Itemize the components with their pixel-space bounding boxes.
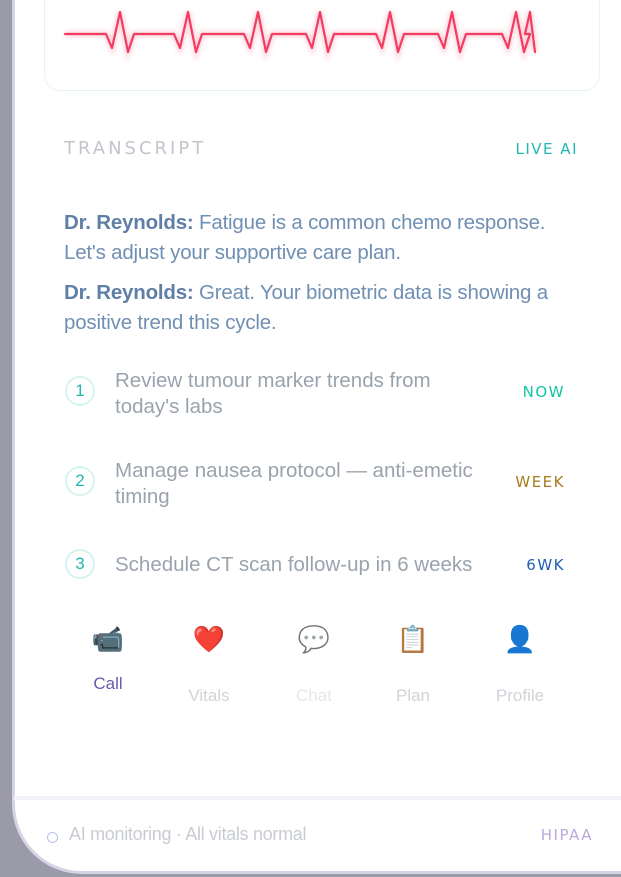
transcript-title: TRANSCRIPT: [64, 138, 207, 159]
task-number: 2: [65, 466, 95, 496]
task-tag: 6WK: [526, 556, 565, 574]
tab-chat[interactable]: 💬 Chat: [264, 620, 364, 706]
phone-frame: [12, 0, 621, 874]
video-camera-icon: 📹: [91, 625, 125, 655]
tab-label: Plan: [395, 686, 431, 705]
task-item[interactable]: 1 Review tumour marker trends from today…: [64, 368, 574, 420]
speaker-name: Dr. Reynolds:: [64, 281, 194, 304]
tab-vitals[interactable]: ❤️ Vitals: [159, 620, 259, 706]
tab-label: Vitals: [188, 686, 230, 705]
transcript-line: Dr. Reynolds: Great. Your biometric data…: [64, 278, 564, 338]
task-tag: NOW: [522, 383, 565, 401]
tab-call[interactable]: 📹 Call: [58, 620, 158, 694]
task-tag: WEEK: [515, 473, 565, 491]
task-text: Schedule CT scan follow-up in 6 weeks: [115, 553, 473, 576]
task-text: Manage nausea protocol — anti-emetic tim…: [115, 459, 473, 508]
heart-icon: ❤️: [192, 625, 226, 655]
user-icon: 👤: [503, 625, 537, 655]
tab-profile[interactable]: 👤 Profile: [470, 620, 570, 706]
ecg-waveform: [63, 10, 538, 62]
task-text: Review tumour marker trends from today's…: [115, 369, 431, 418]
hipaa-badge: HIPAA: [540, 826, 593, 844]
monitoring-status: AI monitoring · All vitals normal: [69, 824, 307, 844]
task-number: 1: [65, 376, 95, 406]
task-item[interactable]: 3 Schedule CT scan follow-up in 6 weeks …: [64, 548, 574, 582]
speaker-name: Dr. Reynolds:: [64, 211, 194, 234]
status-footer: AI monitoring · All vitals normal HIPAA: [14, 796, 621, 874]
tab-label: Call: [93, 674, 123, 693]
task-item[interactable]: 2 Manage nausea protocol — anti-emetic t…: [64, 458, 574, 510]
status-indicator-icon: [47, 832, 58, 843]
tab-label: Chat: [296, 686, 332, 705]
tab-bar: 📹 Call ❤️ Vitals 💬 Chat 📋 Plan 👤 Profile: [58, 620, 578, 720]
transcript-header: TRANSCRIPT LIVE AI: [64, 138, 578, 162]
tab-plan[interactable]: 📋 Plan: [363, 620, 463, 706]
transcript-line: Dr. Reynolds: Fatigue is a common chemo …: [64, 208, 564, 268]
task-number: 3: [65, 549, 95, 579]
clipboard-icon: 📋: [396, 625, 430, 655]
live-ai-badge: LIVE AI: [515, 140, 578, 158]
chat-bubble-icon: 💬: [297, 625, 331, 655]
tab-label: Profile: [495, 686, 545, 705]
